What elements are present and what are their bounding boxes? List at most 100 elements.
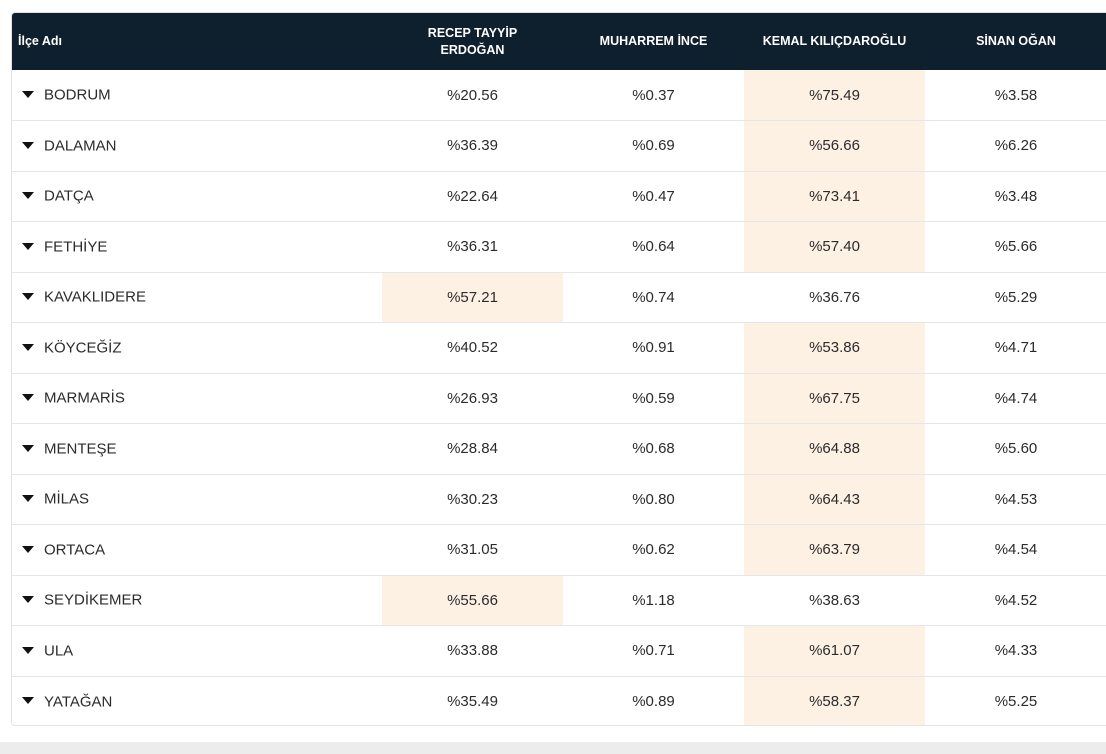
district-name: DALAMAN [44, 137, 117, 155]
column-header-candidate-3[interactable]: KEMAL KILIÇDAROĞLU [744, 13, 925, 70]
district-results-table: İlçe Adı RECEP TAYYİP ERDOĞAN MUHARREM İ… [12, 13, 1106, 725]
district-cell[interactable]: DALAMAN [12, 121, 382, 172]
vote-share-cell: %22.64 [447, 187, 498, 205]
vote-share-cell: %4.54 [994, 541, 1038, 559]
caret-down-icon[interactable] [22, 444, 34, 452]
district-cell[interactable]: ULA [12, 626, 382, 677]
caret-down-icon[interactable] [22, 545, 34, 553]
table-row[interactable]: MARMARİS %26.93 %0.59 %67.75 %4.74 [12, 373, 1106, 424]
table-row[interactable]: MİLAS %30.23 %0.80 %64.43 %4.53 [12, 474, 1106, 525]
column-header-candidate-4[interactable]: SİNAN OĞAN [925, 13, 1106, 70]
caret-down-icon[interactable] [22, 293, 34, 301]
caret-down-icon[interactable] [22, 90, 34, 98]
header-row: İlçe Adı RECEP TAYYİP ERDOĞAN MUHARREM İ… [12, 13, 1106, 70]
district-name: DATÇA [44, 188, 94, 206]
table-row[interactable]: KÖYCEĞİZ %40.52 %0.91 %53.86 %4.71 [12, 322, 1106, 374]
table-row[interactable]: ULA %33.88 %0.71 %61.07 %4.33 [12, 625, 1106, 677]
vote-share-cell: %4.53 [994, 490, 1038, 508]
caret-down-icon[interactable] [22, 394, 34, 402]
district-cell[interactable]: KAVAKLIDERE [12, 272, 382, 323]
vote-share-cell: %0.80 [632, 490, 675, 508]
vote-share-cell: %20.56 [447, 86, 498, 104]
vote-share-cell: %63.79 [744, 524, 925, 575]
vote-share-cell: %1.18 [632, 591, 675, 609]
column-header-label: RECEP TAYYİP ERDOĞAN [427, 25, 518, 57]
caret-down-icon[interactable] [22, 242, 34, 250]
caret-down-icon[interactable] [22, 697, 34, 705]
vote-share-cell: %38.63 [809, 591, 860, 609]
district-name: SEYDİKEMER [44, 592, 143, 610]
vote-share-cell: %5.60 [994, 440, 1038, 458]
caret-down-icon[interactable] [22, 141, 34, 149]
vote-share-cell: %0.59 [632, 389, 675, 407]
vote-share-cell: %0.47 [632, 187, 675, 205]
vote-share-cell: %5.29 [994, 288, 1038, 306]
vote-share-cell: %5.25 [994, 693, 1038, 710]
table-row[interactable]: BODRUM %20.56 %0.37 %75.49 %3.58 [12, 70, 1106, 121]
column-header-label: KEMAL KILIÇDAROĞLU [762, 34, 907, 48]
table-row[interactable]: DATÇA %22.64 %0.47 %73.41 %3.48 [12, 171, 1106, 222]
vote-share-cell: %53.86 [744, 322, 925, 373]
district-name: KAVAKLIDERE [44, 289, 146, 307]
district-name: FETHİYE [44, 238, 108, 256]
caret-down-icon[interactable] [22, 646, 34, 654]
district-cell[interactable]: SEYDİKEMER [12, 575, 382, 626]
district-cell[interactable]: MİLAS [12, 474, 382, 525]
district-cell[interactable]: MARMARİS [12, 373, 382, 424]
results-page: İlçe Adı RECEP TAYYİP ERDOĞAN MUHARREM İ… [0, 0, 1106, 754]
district-name: MENTEŞE [44, 440, 117, 458]
vote-share-cell: %4.74 [994, 389, 1038, 407]
vote-share-cell: %5.66 [994, 238, 1038, 256]
vote-share-cell: %33.88 [447, 642, 498, 660]
district-cell[interactable]: DATÇA [12, 171, 382, 222]
vote-share-cell: %0.91 [632, 339, 675, 357]
vote-share-cell: %6.26 [994, 137, 1038, 155]
vote-share-cell: %0.71 [632, 642, 675, 660]
vote-share-cell: %30.23 [447, 490, 498, 508]
table-row[interactable]: SEYDİKEMER %55.66 %1.18 %38.63 %4.52 [12, 575, 1106, 626]
table-body: BODRUM %20.56 %0.37 %75.49 %3.58 DALAMAN %36.3… [12, 70, 1106, 725]
district-name: YATAĞAN [44, 693, 113, 711]
table-row[interactable]: YATAĞAN %35.49 %0.89 %58.37 %5.25 [12, 676, 1106, 725]
district-cell[interactable]: BODRUM [12, 70, 382, 121]
district-cell[interactable]: KÖYCEĞİZ [12, 323, 382, 374]
vote-share-cell: %40.52 [447, 339, 498, 357]
vote-share-cell: %0.68 [632, 440, 675, 458]
table-row[interactable]: ORTACA %31.05 %0.62 %63.79 %4.54 [12, 524, 1106, 576]
vote-share-cell: %3.58 [994, 86, 1038, 104]
district-cell[interactable]: YATAĞAN [12, 676, 382, 725]
vote-share-cell: %73.41 [744, 171, 925, 222]
vote-share-cell: %75.49 [744, 70, 925, 121]
district-name: ORTACA [44, 541, 106, 559]
table-row[interactable]: KAVAKLIDERE %57.21 %0.74 %36.76 %5.29 [12, 272, 1106, 323]
vote-share-cell: %58.37 [744, 676, 925, 725]
vote-share-cell: %4.71 [994, 339, 1038, 357]
caret-down-icon[interactable] [22, 596, 34, 604]
vote-share-cell: %3.48 [994, 187, 1038, 205]
caret-down-icon[interactable] [22, 343, 34, 351]
vote-share-cell: %36.76 [809, 288, 860, 306]
district-cell[interactable]: FETHİYE [12, 222, 382, 273]
vote-share-cell: %0.69 [632, 137, 675, 155]
table-row[interactable]: MENTEŞE %28.84 %0.68 %64.88 %5.60 [12, 423, 1106, 475]
caret-down-icon[interactable] [22, 192, 34, 200]
vote-share-cell: %57.40 [744, 221, 925, 272]
district-cell[interactable]: MENTEŞE [12, 424, 382, 475]
caret-down-icon[interactable] [22, 495, 34, 503]
table-row[interactable]: DALAMAN %36.39 %0.69 %56.66 %6.26 [12, 120, 1106, 172]
table-header: İlçe Adı RECEP TAYYİP ERDOĞAN MUHARREM İ… [12, 13, 1106, 70]
vote-share-cell: %28.84 [447, 440, 498, 458]
district-name: MARMARİS [44, 390, 125, 408]
column-header-candidate-1[interactable]: RECEP TAYYİP ERDOĞAN [382, 13, 563, 70]
vote-share-cell: %35.49 [447, 693, 498, 710]
column-header-district[interactable]: İlçe Adı [12, 13, 382, 70]
column-header-candidate-2[interactable]: MUHARREM İNCE [563, 13, 744, 70]
table-row[interactable]: FETHİYE %36.31 %0.64 %57.40 %5.66 [12, 221, 1106, 273]
vote-share-cell: %4.33 [994, 642, 1038, 660]
column-header-label: SİNAN OĞAN [976, 34, 1056, 48]
column-header-label: MUHARREM İNCE [599, 34, 708, 48]
district-name: KÖYCEĞİZ [44, 339, 122, 357]
vote-share-cell: %36.39 [447, 137, 498, 155]
vote-share-cell: %61.07 [744, 625, 925, 676]
district-cell[interactable]: ORTACA [12, 525, 382, 576]
